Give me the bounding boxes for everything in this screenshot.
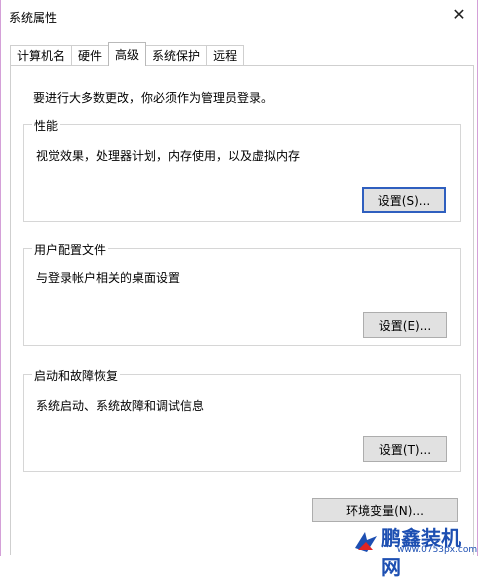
performance-settings-button[interactable]: 设置(S)... bbox=[362, 187, 446, 213]
environment-variables-button[interactable]: 环境变量(N)... bbox=[312, 498, 458, 522]
tab-bar: 计算机名 硬件 高级 系统保护 远程 bbox=[10, 42, 245, 66]
performance-group: 性能 视觉效果，处理器计划，内存使用，以及虚拟内存 设置(S)... bbox=[23, 117, 461, 222]
close-button[interactable]: ✕ bbox=[447, 2, 471, 26]
watermark-logo-icon bbox=[355, 532, 377, 552]
performance-group-title: 性能 bbox=[32, 117, 61, 134]
watermark-url: www.0753px.com bbox=[397, 545, 478, 555]
user-profiles-settings-button[interactable]: 设置(E)... bbox=[363, 312, 447, 338]
system-properties-window: 系统属性 ✕ 计算机名 硬件 高级 系统保护 远程 要进行大多数更改，你必须作为… bbox=[0, 0, 479, 579]
tab-computer-name[interactable]: 计算机名 bbox=[10, 45, 73, 65]
user-profiles-group: 用户配置文件 与登录帐户相关的桌面设置 设置(E)... bbox=[23, 241, 461, 346]
tab-advanced[interactable]: 高级 bbox=[108, 42, 147, 66]
admin-note: 要进行大多数更改，你必须作为管理员登录。 bbox=[33, 91, 274, 105]
close-icon: ✕ bbox=[452, 4, 466, 24]
tab-remote[interactable]: 远程 bbox=[206, 45, 245, 65]
tab-hardware[interactable]: 硬件 bbox=[71, 45, 110, 65]
startup-recovery-description: 系统启动、系统故障和调试信息 bbox=[36, 399, 205, 413]
user-profiles-description: 与登录帐户相关的桌面设置 bbox=[36, 271, 181, 285]
window-title: 系统属性 bbox=[9, 11, 58, 25]
startup-recovery-group: 启动和故障恢复 系统启动、系统故障和调试信息 设置(T)... bbox=[23, 367, 461, 472]
user-profiles-group-title: 用户配置文件 bbox=[32, 241, 109, 258]
startup-recovery-group-title: 启动和故障恢复 bbox=[32, 367, 121, 384]
tab-system-protection[interactable]: 系统保护 bbox=[145, 45, 208, 65]
performance-description: 视觉效果，处理器计划，内存使用，以及虚拟内存 bbox=[36, 149, 301, 163]
watermark: 鹏鑫装机网 www.0753px.com bbox=[353, 522, 479, 579]
startup-recovery-settings-button[interactable]: 设置(T)... bbox=[363, 436, 447, 462]
